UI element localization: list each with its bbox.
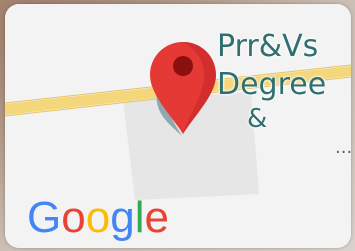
google-logo: Google	[27, 193, 169, 242]
map-thumbnail-frame: Prr&Vs Degree & ... Google	[0, 0, 355, 251]
place-label-line-2: Degree	[217, 67, 327, 102]
place-label-line-1: Prr&Vs	[217, 29, 319, 64]
place-label-truncation: ...	[335, 137, 351, 158]
svg-text:Google: Google	[27, 193, 169, 242]
map-preview-card[interactable]: Prr&Vs Degree & ... Google	[5, 4, 351, 248]
place-label-line-3: &	[247, 104, 268, 134]
map-pin-icon[interactable]	[142, 40, 224, 140]
